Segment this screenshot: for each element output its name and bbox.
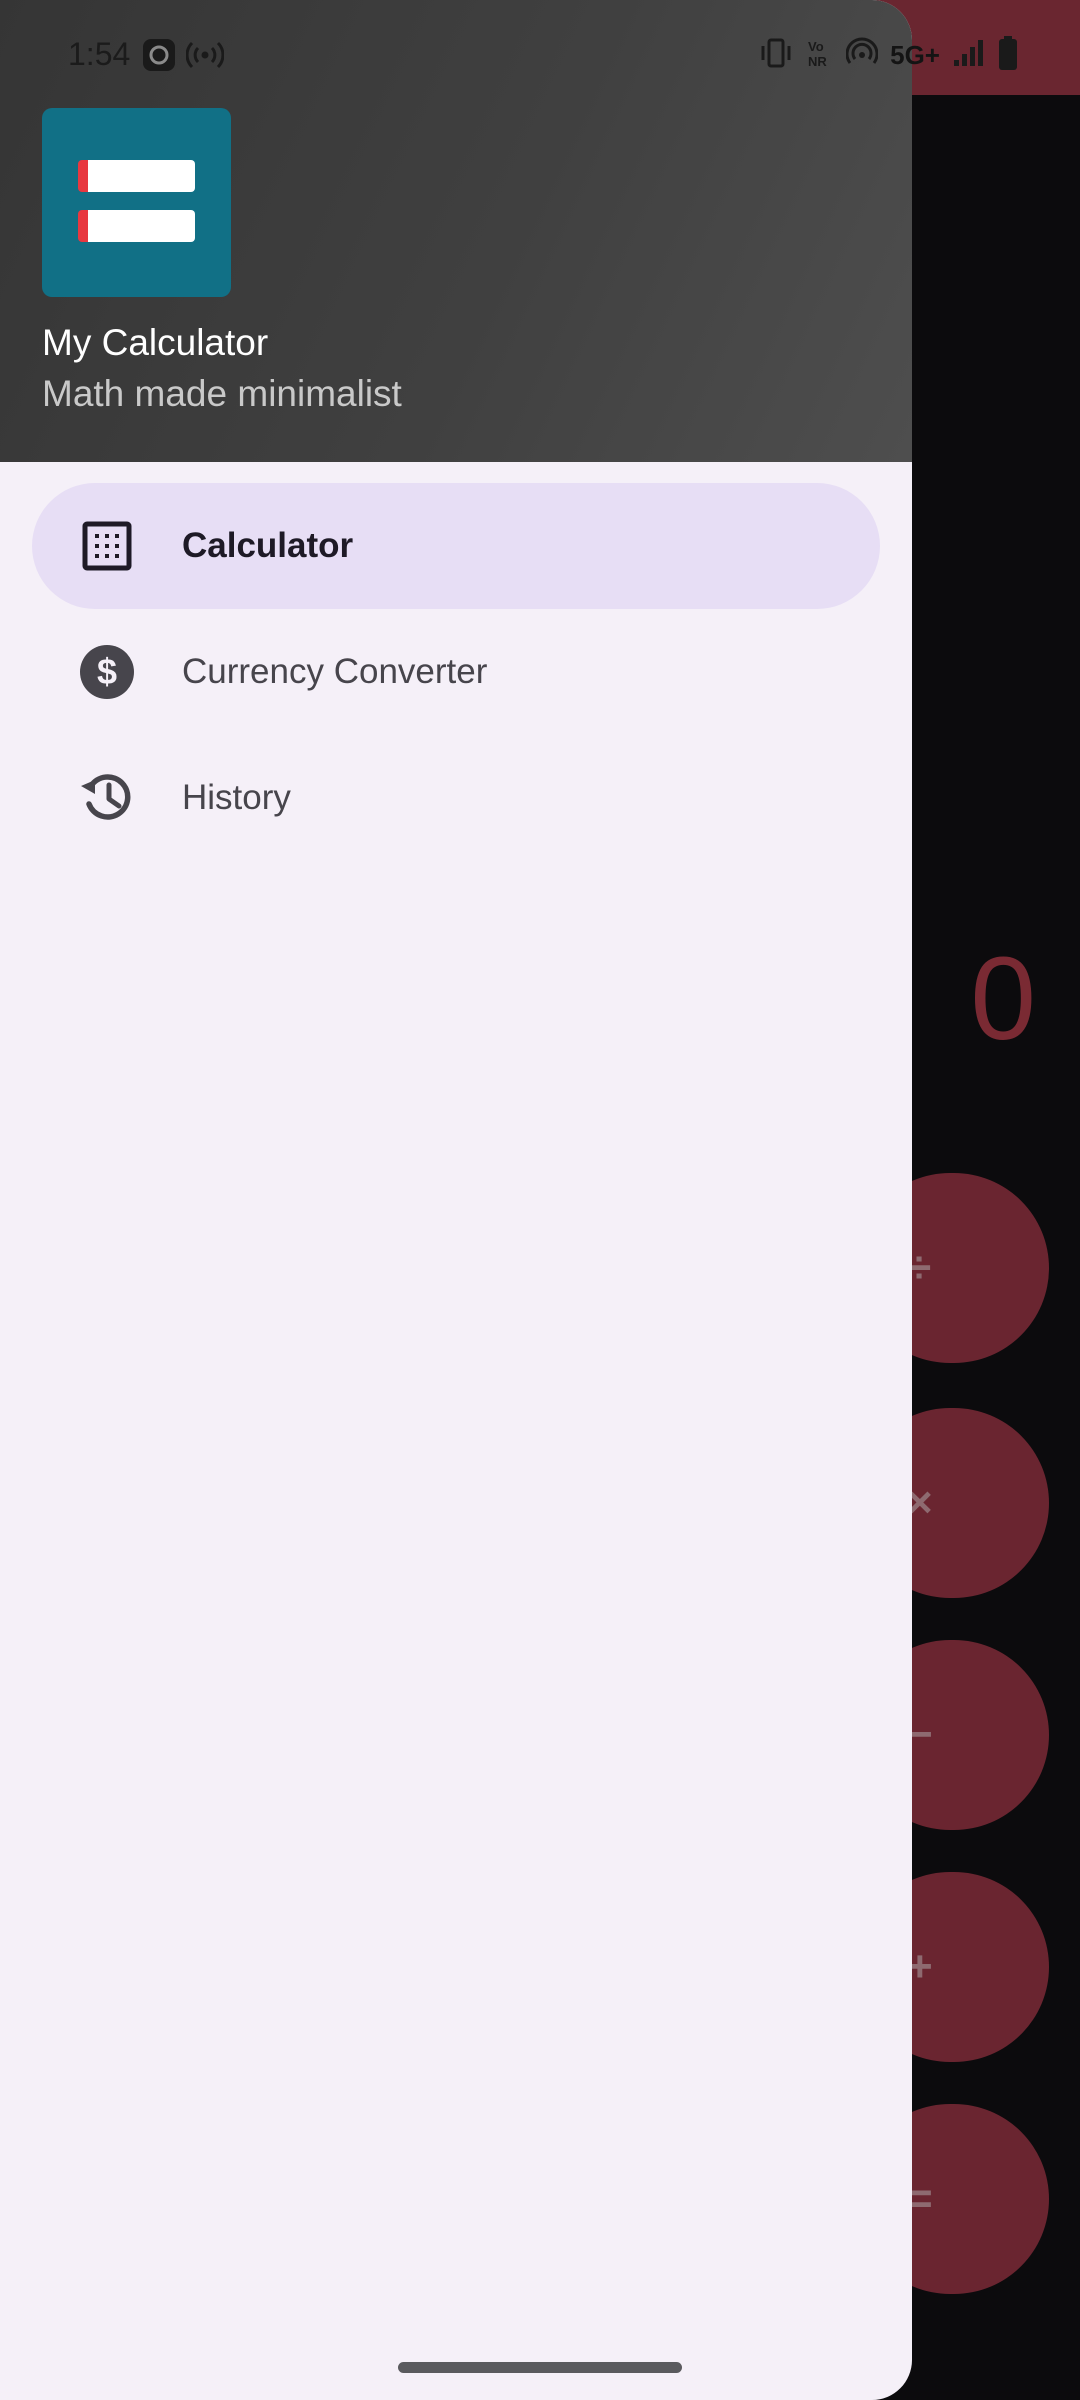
drawer-item-currency-converter[interactable]: $ Currency Converter <box>32 609 880 735</box>
logo-bar-top <box>78 160 195 192</box>
status-bar: 1:54 Vo NR 5G+ <box>0 0 1080 112</box>
wifi-calling-icon <box>845 37 879 74</box>
drawer-item-label: Calculator <box>182 526 354 565</box>
vonr-icon: Vo NR <box>806 38 834 73</box>
svg-text:Vo: Vo <box>808 39 824 54</box>
dollar-icon: $ <box>78 643 136 701</box>
drawer-item-history[interactable]: History <box>32 735 880 861</box>
calculator-display: 0 <box>970 933 1036 1065</box>
network-type: 5G+ <box>890 40 940 70</box>
app-name: My Calculator <box>42 322 269 363</box>
svg-text:NR: NR <box>808 54 827 68</box>
app-tagline: Math made minimalist <box>42 373 402 414</box>
gesture-navigation-bar[interactable] <box>398 2362 682 2373</box>
status-time: 1:54 <box>68 36 131 72</box>
battery-icon <box>998 36 1018 75</box>
app-logo <box>42 108 231 297</box>
history-icon <box>78 769 136 827</box>
vibrate-icon <box>758 37 794 74</box>
signal-icon <box>952 38 986 73</box>
drawer-item-label: History <box>182 778 291 817</box>
hotspot-icon <box>185 40 225 75</box>
calculator-icon <box>78 517 136 575</box>
media-icon <box>142 38 176 77</box>
svg-text:$: $ <box>97 651 117 692</box>
drawer-item-label: Currency Converter <box>182 652 488 691</box>
navigation-drawer: My Calculator Math made minimalist Calcu… <box>0 0 912 2400</box>
logo-bar-bottom <box>78 210 195 242</box>
drawer-item-calculator[interactable]: Calculator <box>32 483 880 609</box>
